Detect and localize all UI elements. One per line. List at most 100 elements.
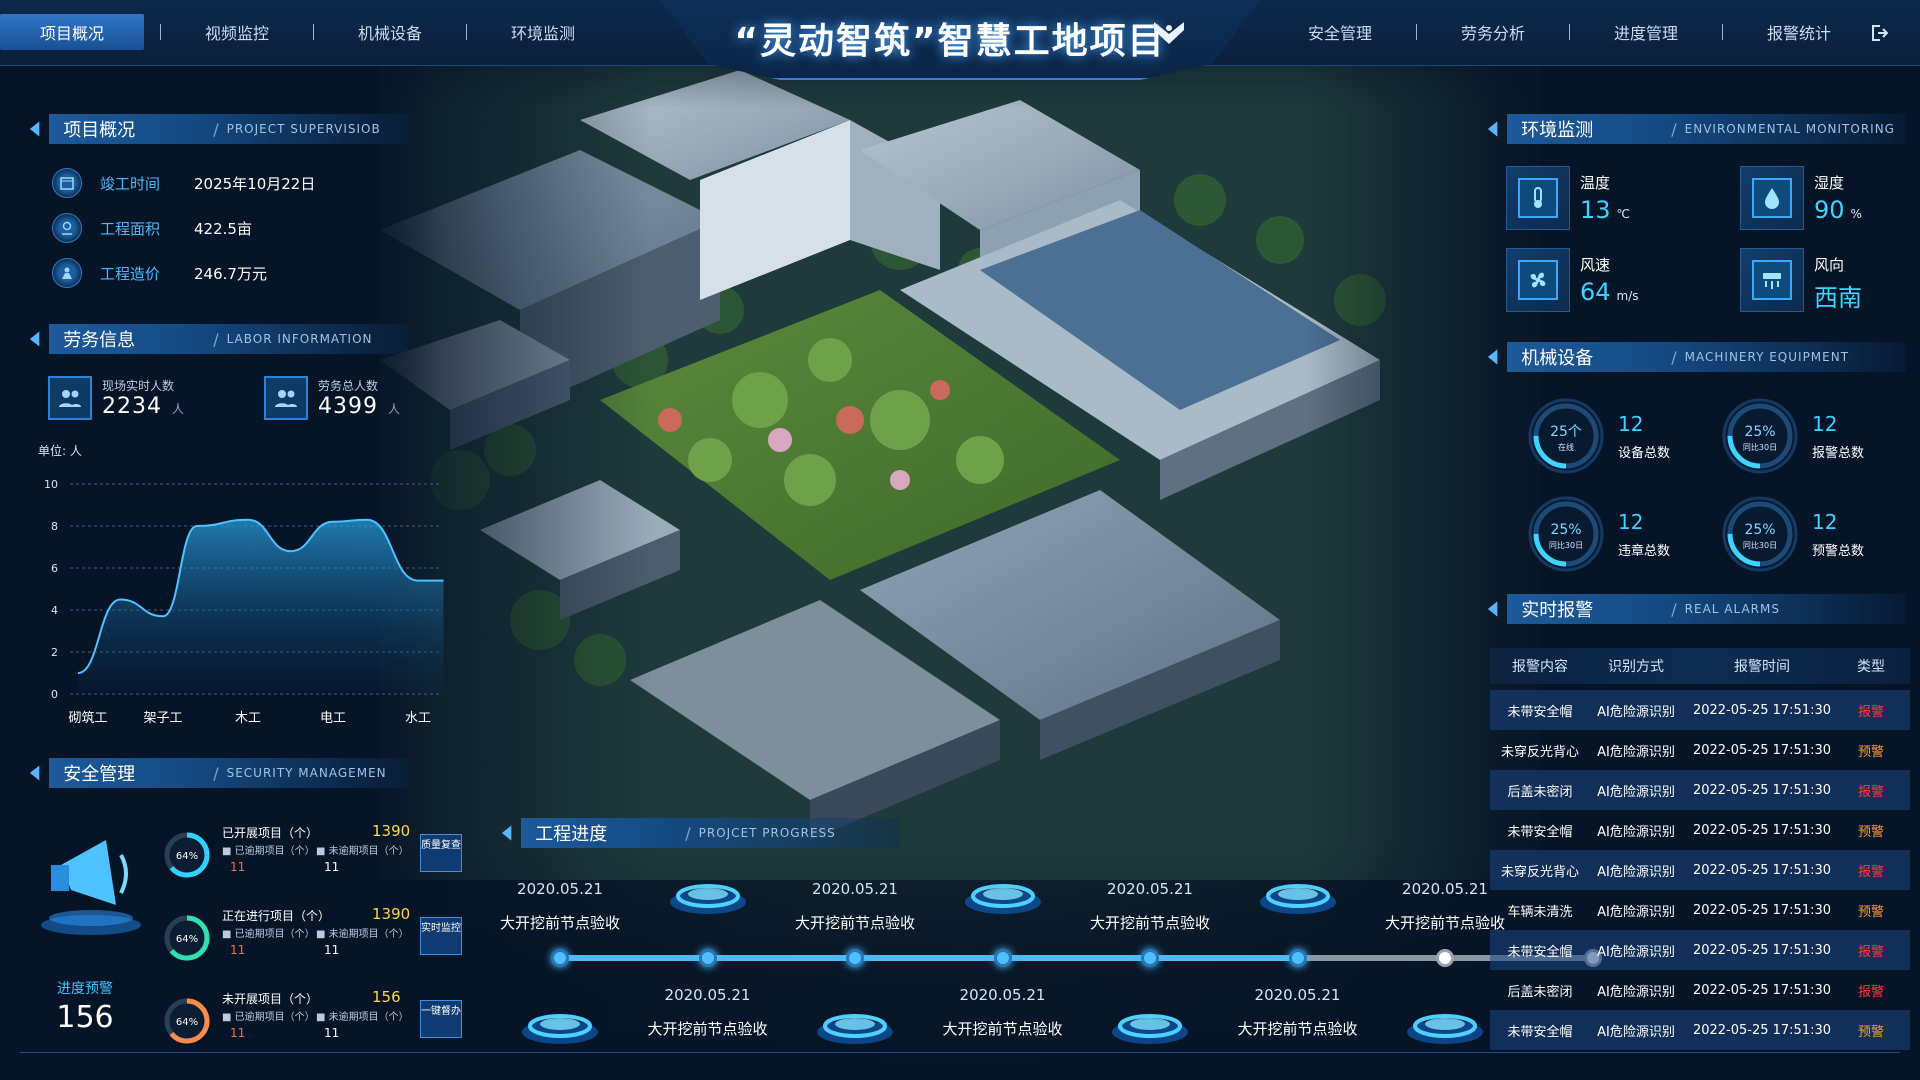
alarm-type: 报警 (1857, 704, 1884, 720)
env-label: 湿度 (1814, 174, 1845, 192)
milestone-dot[interactable] (1436, 949, 1454, 967)
milestone-date: 2020.05.21 (1107, 880, 1193, 898)
alarm-content: 未带安全帽 (1507, 1024, 1573, 1040)
machinery-stat: 25% 同比30日 12 违章总数 (1526, 494, 1726, 574)
bottom-divider (20, 1052, 1900, 1056)
alarm-method: AI危险源识别 (1597, 824, 1675, 840)
gauge-ring: 25% 同比30日 (1528, 496, 1604, 572)
machinery-stat: 25个 在线 12 设备总数 (1526, 396, 1726, 476)
milestone-dot[interactable] (1288, 949, 1307, 967)
fan-icon (1506, 248, 1570, 312)
milestone-name: 大开挖前节点验收 (794, 914, 915, 932)
milestone-dot[interactable] (993, 949, 1012, 967)
gauge-ring: 25% 同比30日 (1722, 398, 1798, 474)
env-value: 西南 (1814, 284, 1862, 312)
machinery-label: 报警总数 (1812, 446, 1865, 461)
milestone-dot[interactable] (846, 949, 864, 967)
machinery-count: 12 (1812, 412, 1838, 436)
table-row[interactable]: 未穿反光背心 AI危险源识别 2022-05-25 17:51:30 报警 (1490, 850, 1910, 890)
alarm-time: 2022-05-25 17:51:30 (1692, 1022, 1832, 1038)
section-title: 实时报警 (1521, 600, 1594, 621)
alarm-method: AI危险源识别 (1597, 984, 1675, 1000)
env-unit: % (1850, 207, 1862, 221)
alarm-time: 2022-05-25 17:51:30 (1692, 822, 1832, 838)
chevron-left-icon (1487, 349, 1498, 365)
milestone-label: 2020.05.21 大开挖前节点验收 (1218, 986, 1378, 1039)
alarm-type: 报警 (1857, 864, 1884, 880)
alarm-content: 未穿反光背心 (1500, 744, 1579, 760)
gauge-ring: 25% 同比30日 (1722, 496, 1798, 572)
alarm-method: AI危险源识别 (1597, 904, 1675, 920)
dashboard: 项目概况 视频监控 机械设备 环境监测 “灵动智筑”智慧工地项目 安全管理 劳务… (0, 0, 1920, 1080)
alarm-content: 后盖未密闭 (1507, 984, 1573, 1000)
alarm-type: 预警 (1857, 824, 1884, 840)
gauge-value: 25% (1744, 522, 1775, 538)
alarm-time: 2022-05-25 17:51:30 (1692, 862, 1832, 878)
table-row[interactable]: 车辆未清洗 AI危险源识别 2022-05-25 17:51:30 预警 (1490, 890, 1910, 930)
thermometer-icon (1506, 166, 1570, 230)
alarm-content: 车辆未清洗 (1507, 904, 1573, 920)
chevron-left-icon (1487, 121, 1498, 137)
alarm-content: 未穿反光背心 (1500, 864, 1579, 880)
machinery-count: 12 (1618, 510, 1644, 534)
column-header[interactable]: 报警时间 (1682, 656, 1842, 676)
milestone-pad-icon (964, 884, 1041, 914)
milestone-label: 2020.05.21 大开挖前节点验收 (775, 880, 935, 933)
milestone-date: 2020.05.21 (664, 986, 751, 1004)
milestone-pad-icon (522, 1014, 598, 1044)
chevron-left-icon (1487, 601, 1498, 617)
column-header[interactable]: 类型 (1842, 656, 1900, 676)
alarm-rows: 未带安全帽 AI危险源识别 2022-05-25 17:51:30 报警 未穿反光背心 A… (1490, 690, 1910, 1050)
table-row[interactable]: 后盖未密闭 AI危险源识别 2022-05-25 17:51:30 报警 (1490, 970, 1910, 1010)
table-row[interactable]: 未带安全帽 AI危险源识别 2022-05-25 17:51:30 预警 (1490, 810, 1910, 850)
alarm-content: 后盖未密闭 (1507, 784, 1573, 800)
section-header-env: 环境监测 / ENVIRONMENTAL MONITORING (1486, 114, 1906, 144)
milestone-pad-icon (1112, 1014, 1188, 1044)
env-card-wind-direction: 风向 西南 (1740, 248, 1920, 312)
milestone-label: 2020.05.21 大开挖前节点验收 (923, 986, 1083, 1039)
milestone-label: 2020.05.21 大开挖前节点验收 (480, 880, 640, 933)
alarm-method: AI危险源识别 (1597, 1024, 1675, 1040)
table-row[interactable]: 未带安全帽 AI危险源识别 2022-05-25 17:51:30 报警 (1490, 930, 1910, 970)
table-row[interactable]: 未带安全帽 AI危险源识别 2022-05-25 17:51:30 报警 (1490, 690, 1910, 730)
gauge-sub: 同比30日 (1549, 540, 1583, 550)
alarm-content: 未带安全帽 (1507, 704, 1573, 720)
alarm-type: 报警 (1857, 784, 1884, 800)
alarm-time: 2022-05-25 17:51:30 (1692, 782, 1832, 798)
milestone-date: 2020.05.21 (812, 880, 898, 898)
milestone-dot[interactable] (698, 949, 717, 967)
env-unit: m/s (1616, 289, 1639, 303)
milestone-date: 2020.05.21 (959, 986, 1046, 1004)
milestone-pad-icon (1407, 1014, 1483, 1044)
table-row[interactable]: 未带安全帽 AI危险源识别 2022-05-25 17:51:30 预警 (1490, 1010, 1910, 1050)
section-title: 机械设备 (1521, 348, 1594, 369)
column-header[interactable]: 识别方式 (1590, 656, 1682, 676)
alarm-time: 2022-05-25 17:51:30 (1692, 702, 1832, 718)
section-header-machinery: 机械设备 / MACHINERY EQUIPMENT (1486, 342, 1906, 372)
gauge-value: 25% (1550, 522, 1581, 538)
machinery-label: 设备总数 (1618, 446, 1671, 461)
milestone-date: 2020.05.21 (517, 880, 603, 898)
env-card-temperature: 温度 13 ℃ (1506, 166, 1726, 230)
column-header[interactable]: 报警内容 (1490, 656, 1590, 676)
env-label: 温度 (1580, 174, 1611, 192)
alarm-table: 报警内容 识别方式 报警时间 类型 未带安全帽 AI危险源识别 2022-05-25… (1490, 648, 1910, 1050)
wind-direction-icon (1740, 248, 1804, 312)
milestone-label: 2020.05.21 大开挖前节点验收 (1070, 880, 1230, 933)
alarm-time: 2022-05-25 17:51:30 (1692, 742, 1832, 758)
machinery-count: 12 (1618, 412, 1644, 436)
milestone-dot[interactable] (1141, 949, 1159, 967)
section-header-alarms: 实时报警 / REAL ALARMS (1486, 594, 1906, 624)
machinery-label: 预警总数 (1812, 544, 1865, 559)
table-row[interactable]: 未穿反光背心 AI危险源识别 2022-05-25 17:51:30 预警 (1490, 730, 1910, 770)
machinery-stat: 25% 同比30日 12 预警总数 (1720, 494, 1920, 574)
gauge-ring: 25个在线 (1528, 398, 1604, 474)
alarm-type: 报警 (1857, 984, 1884, 1000)
alarm-method: AI危险源识别 (1597, 944, 1675, 960)
gauge-sub: 同比30日 (1743, 442, 1777, 452)
alarm-method: AI危险源识别 (1597, 704, 1675, 720)
milestone-dot[interactable] (551, 949, 569, 967)
table-row[interactable]: 后盖未密闭 AI危险源识别 2022-05-25 17:51:30 报警 (1490, 770, 1910, 810)
alarm-type: 预警 (1857, 744, 1884, 760)
alarm-type: 报警 (1857, 944, 1884, 960)
